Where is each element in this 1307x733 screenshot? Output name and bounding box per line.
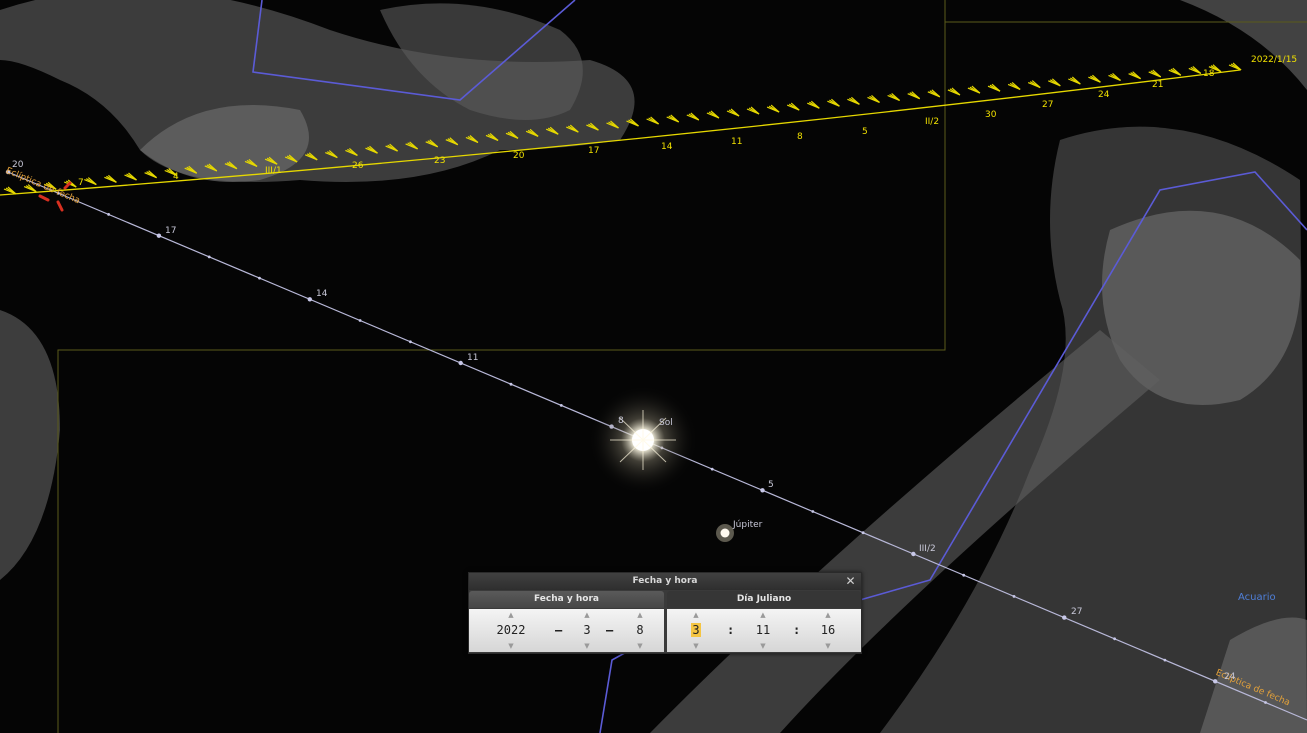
yellow-path-date-label: 26 [352, 161, 364, 171]
sun-path-dot [911, 551, 916, 557]
yellow-path-date-label: 18 [1203, 69, 1215, 79]
year-spinner[interactable]: ▲ 2022 ▼ [487, 609, 535, 652]
second-spinner[interactable]: ▲ 16 ▼ [813, 609, 843, 652]
jupiter-label: Júpiter [733, 520, 763, 530]
chevron-down-icon[interactable]: ▼ [487, 642, 535, 650]
tab-date-time[interactable]: Fecha y hora [469, 591, 664, 608]
date-time-dialog[interactable]: Fecha y hora ✕ Fecha y hora Día Juliano … [468, 572, 862, 654]
yellow-path-date-label: 4 [173, 172, 179, 182]
sun-path-dot [258, 276, 261, 280]
second-value[interactable]: 16 [813, 622, 843, 638]
dialog-titlebar[interactable]: Fecha y hora [469, 573, 861, 590]
sun-path-dot [307, 297, 312, 302]
sun-path-date-label: 17 [165, 226, 177, 236]
time-separator: : [727, 623, 735, 637]
sun-path-dot [710, 467, 714, 471]
sun-path-dot [861, 531, 865, 535]
sun-path-date-label: 5 [768, 480, 774, 490]
yellow-path-date-label: 11 [731, 137, 743, 147]
date-separator: – [555, 623, 563, 637]
hour-value[interactable]: 3 [681, 622, 711, 638]
yellow-path-date-label: 8 [797, 132, 803, 142]
sun-path-dot [760, 488, 765, 493]
minute-spinner[interactable]: ▲ 11 ▼ [747, 609, 779, 652]
year-value[interactable]: 2022 [487, 622, 535, 638]
sun-path-date-label: 14 [316, 289, 328, 299]
sun-path-date-label: 24 [1224, 672, 1236, 682]
sun-path-dot [1113, 637, 1116, 641]
sun-path-dot [409, 340, 412, 344]
date-panel: ▲ 2022 ▼ – ▲ 3 ▼ – ▲ 8 ▼ [469, 609, 664, 652]
sun-path-dot [156, 233, 162, 238]
sun-path-dot [358, 319, 362, 322]
yellow-path-date-label: 24 [1098, 90, 1110, 100]
yellow-path-date-label: 17 [588, 146, 600, 156]
sun[interactable] [588, 385, 698, 495]
sun-path-date-label: 11 [467, 353, 479, 363]
sun-path-dot [1012, 595, 1016, 598]
hour-spinner[interactable]: ▲ 3 ▼ [681, 609, 711, 652]
tab-julian-day[interactable]: Día Juliano [667, 591, 861, 608]
yellow-path-date-label: 30 [985, 110, 997, 120]
sun-path-dot [1163, 658, 1167, 662]
sun-path-dot [107, 213, 110, 216]
yellow-path-date-label: 21 [1152, 80, 1164, 90]
sun-path-dot [1062, 615, 1067, 620]
date-separator: – [606, 623, 614, 637]
sun-path-dot [811, 510, 815, 513]
day-value[interactable]: 8 [625, 622, 655, 638]
yellow-path-end-label: 2022/1/15 [1251, 55, 1298, 65]
sun-path-dot [458, 360, 463, 366]
sun-path-dot [207, 255, 211, 259]
chevron-up-icon[interactable]: ▲ [747, 611, 779, 619]
chevron-down-icon[interactable]: ▼ [625, 642, 655, 650]
yellow-path-date-label: 5 [862, 127, 868, 137]
chevron-down-icon[interactable]: ▼ [681, 642, 711, 650]
yellow-path-date-label: 14 [661, 142, 673, 152]
time-panel: ▲ 3 ▼ : ▲ 11 ▼ : ▲ 16 ▼ [667, 609, 861, 652]
chevron-up-icon[interactable]: ▲ [681, 611, 711, 619]
chevron-up-icon[interactable]: ▲ [572, 611, 602, 619]
month-value[interactable]: 3 [572, 622, 602, 638]
sun-path-dot [509, 382, 513, 386]
dialog-title: Fecha y hora [632, 576, 698, 586]
constellation-label: Acuario [1238, 592, 1276, 603]
yellow-path-date-label: III/1 [265, 166, 282, 176]
time-separator: : [793, 623, 801, 637]
chevron-up-icon[interactable]: ▲ [813, 611, 843, 619]
yellow-path-date-label: 7 [78, 178, 84, 188]
sun-path-date-label: III/2 [919, 544, 936, 554]
chevron-up-icon[interactable]: ▲ [625, 611, 655, 619]
yellow-path-date-label: 27 [1042, 100, 1054, 110]
sun-path-dot [962, 573, 966, 577]
yellow-path-date-label: II/2 [925, 117, 940, 127]
yellow-path-date-label: 20 [513, 151, 525, 161]
yellow-path-date-label: 23 [434, 156, 446, 166]
chevron-down-icon[interactable]: ▼ [747, 642, 779, 650]
sun-path-dot [1264, 701, 1267, 704]
sun-path-date-label: 20 [12, 160, 24, 170]
sun-path-date-label: 8 [618, 416, 624, 426]
sun-path-dot [1213, 679, 1218, 684]
chevron-down-icon[interactable]: ▼ [572, 642, 602, 650]
chevron-up-icon[interactable]: ▲ [487, 611, 535, 619]
minute-value[interactable]: 11 [747, 622, 779, 638]
sun-path-date-label: 27 [1071, 607, 1083, 617]
chevron-down-icon[interactable]: ▼ [813, 642, 843, 650]
month-spinner[interactable]: ▲ 3 ▼ [572, 609, 602, 652]
day-spinner[interactable]: ▲ 8 ▼ [625, 609, 655, 652]
sun-label: Sol [659, 418, 673, 428]
jupiter[interactable] [716, 524, 734, 542]
sun-path-dot [559, 404, 563, 407]
close-icon[interactable]: ✕ [844, 574, 857, 588]
